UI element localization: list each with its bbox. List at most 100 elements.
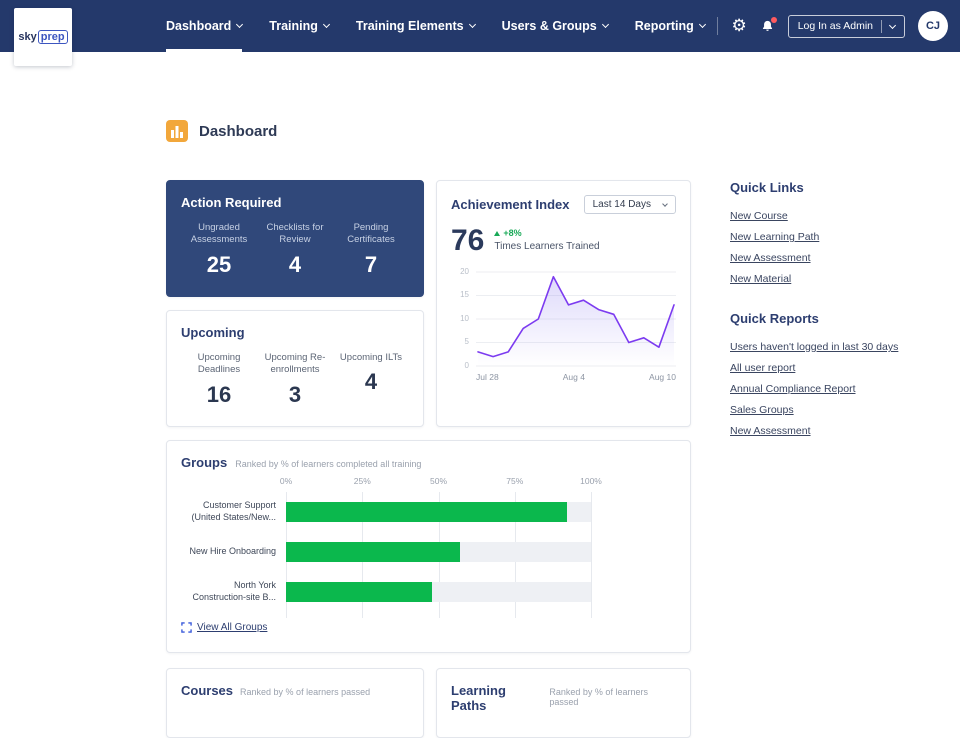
courses-title: Courses	[181, 683, 233, 698]
y-tick: 15	[451, 291, 469, 299]
learning-paths-title: Learning Paths	[451, 683, 542, 713]
chevron-down-icon	[236, 21, 243, 28]
quick-link-new-course[interactable]: New Course	[730, 210, 935, 222]
achievement-line-chart: 20 15 10 5 0 Jul 28 Aug 4 Aug 10	[451, 268, 676, 384]
x-tick: 75%	[506, 476, 523, 486]
expand-icon	[181, 622, 192, 633]
chevron-down-icon	[699, 21, 706, 28]
x-tick: Aug 10	[649, 372, 676, 382]
date-range-value: Last 14 Days	[593, 199, 651, 210]
divider	[717, 17, 718, 35]
quick-link-new-learning-path[interactable]: New Learning Path	[730, 231, 935, 243]
x-tick: 25%	[354, 476, 371, 486]
y-tick: 0	[451, 362, 469, 370]
group-bar-track[interactable]	[286, 502, 591, 522]
stat-value: 7	[333, 252, 409, 278]
achievement-total: 76	[451, 226, 484, 256]
quick-report-annual-compliance[interactable]: Annual Compliance Report	[730, 383, 935, 395]
stat-label: Upcoming Re-enrollments	[257, 352, 333, 377]
stat-checklists-review[interactable]: Checklists for Review 4	[257, 222, 333, 278]
notifications-bell-icon[interactable]	[760, 19, 775, 34]
nav-item-users-groups[interactable]: Users & Groups	[502, 0, 608, 52]
stat-label: Checklists for Review	[257, 222, 333, 247]
x-tick: Jul 28	[476, 372, 499, 382]
login-as-admin-label: Log In as Admin	[798, 20, 873, 32]
nav-item-reporting[interactable]: Reporting	[635, 0, 705, 52]
triangle-up-icon	[494, 231, 500, 236]
quick-link-new-material[interactable]: New Material	[730, 273, 935, 285]
delta-value: +8%	[503, 228, 521, 238]
quick-report-all-user-report[interactable]: All user report	[730, 362, 935, 374]
login-as-admin-button[interactable]: Log In as Admin	[788, 15, 905, 38]
group-bar-fill	[286, 502, 567, 522]
chevron-down-icon	[889, 21, 896, 28]
main-nav: Dashboard Training Training Elements Use…	[166, 0, 705, 52]
group-bar-fill	[286, 542, 460, 562]
quick-report-users-not-logged-in[interactable]: Users haven't logged in last 30 days	[730, 341, 935, 353]
quick-report-sales-groups[interactable]: Sales Groups	[730, 404, 935, 416]
courses-card: Courses Ranked by % of learners passed	[166, 668, 424, 738]
nav-item-training-elements-label: Training Elements	[356, 19, 464, 33]
nav-item-users-groups-label: Users & Groups	[502, 19, 597, 33]
avatar-initials: CJ	[926, 20, 940, 32]
group-label: Customer Support (United States/New...	[181, 500, 286, 523]
quick-links-title: Quick Links	[730, 180, 935, 195]
group-bar-fill	[286, 582, 432, 602]
group-bar-track[interactable]	[286, 542, 591, 562]
groups-title: Groups	[181, 455, 227, 470]
learning-paths-subtitle: Ranked by % of learners passed	[549, 687, 676, 707]
stat-label: Upcoming ILTs	[333, 352, 409, 364]
settings-gear-icon[interactable]: ⚙	[731, 18, 746, 35]
chevron-down-icon	[602, 21, 609, 28]
x-tick: 50%	[430, 476, 447, 486]
stat-value: 4	[257, 252, 333, 278]
nav-item-dashboard-label: Dashboard	[166, 19, 231, 33]
groups-subtitle: Ranked by % of learners completed all tr…	[235, 459, 421, 469]
stat-value: 16	[181, 382, 257, 408]
group-bar-track[interactable]	[286, 582, 591, 602]
chevron-down-icon	[323, 21, 330, 28]
group-row: New Hire Onboarding	[181, 532, 676, 572]
quick-reports-title: Quick Reports	[730, 311, 935, 326]
stat-upcoming-ilts[interactable]: Upcoming ILTs 4	[333, 352, 409, 408]
x-tick: Aug 4	[563, 372, 585, 382]
achievement-index-title: Achievement Index	[451, 197, 570, 212]
nav-item-training[interactable]: Training	[269, 0, 329, 52]
achievement-meta: +8% Times Learners Trained	[494, 226, 599, 252]
page-title: Dashboard	[199, 123, 277, 140]
line-chart-svg	[476, 268, 676, 368]
nav-item-training-label: Training	[269, 19, 318, 33]
delta-badge: +8%	[494, 228, 599, 238]
stat-value: 3	[257, 382, 333, 408]
stat-value: 4	[333, 369, 409, 395]
quick-link-new-assessment[interactable]: New Assessment	[730, 252, 935, 264]
upcoming-title: Upcoming	[181, 325, 409, 340]
logo-sky-text: sky	[18, 31, 36, 43]
skyprep-logo[interactable]: skyprep	[14, 8, 72, 66]
upcoming-stats: Upcoming Deadlines 16 Upcoming Re-enroll…	[181, 352, 409, 408]
date-range-select[interactable]: Last 14 Days	[584, 195, 676, 214]
nav-item-dashboard[interactable]: Dashboard	[166, 0, 242, 52]
nav-item-reporting-label: Reporting	[635, 19, 694, 33]
y-tick: 5	[451, 338, 469, 346]
action-required-title: Action Required	[181, 195, 409, 210]
divider	[881, 20, 882, 33]
chevron-down-icon	[662, 201, 668, 207]
logo-prep-text: prep	[38, 30, 68, 44]
notification-dot	[771, 17, 777, 23]
stat-upcoming-reenrollments[interactable]: Upcoming Re-enrollments 3	[257, 352, 333, 408]
nav-item-training-elements[interactable]: Training Elements	[356, 0, 475, 52]
stat-value: 25	[181, 252, 257, 278]
top-navbar: Dashboard Training Training Elements Use…	[0, 0, 960, 52]
view-all-groups-link[interactable]: View All Groups	[181, 622, 267, 633]
stat-ungraded-assessments[interactable]: Ungraded Assessments 25	[181, 222, 257, 278]
user-avatar[interactable]: CJ	[918, 11, 948, 41]
stat-upcoming-deadlines[interactable]: Upcoming Deadlines 16	[181, 352, 257, 408]
achievement-caption: Times Learners Trained	[494, 241, 599, 252]
group-row: Customer Support (United States/New...	[181, 492, 676, 532]
group-label: North York Construction-site B...	[181, 580, 286, 603]
upcoming-card: Upcoming Upcoming Deadlines 16 Upcoming …	[166, 310, 424, 427]
stat-pending-certificates[interactable]: Pending Certificates 7	[333, 222, 409, 278]
quick-report-new-assessment[interactable]: New Assessment	[730, 425, 935, 437]
achievement-index-card: Achievement Index Last 14 Days 76 +8% Ti…	[436, 180, 691, 427]
